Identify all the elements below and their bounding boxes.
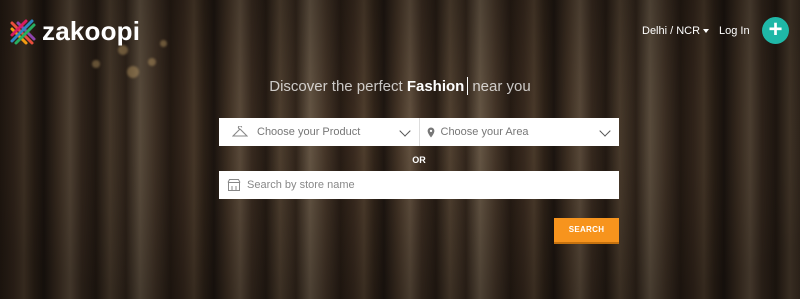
login-link[interactable]: Log In [719,25,750,37]
store-icon [227,179,241,191]
product-placeholder: Choose your Product [257,126,361,138]
search-button[interactable]: SEARCH [554,218,619,242]
caret-down-icon [703,29,710,33]
brand-logo[interactable]: zakoopi [8,16,140,47]
city-label: Delhi / NCR [642,25,701,37]
product-dropdown[interactable]: Choose your Product [219,118,419,146]
chevron-down-icon [599,125,611,137]
top-navigation: zakoopi Delhi / NCR Log In + [0,0,800,62]
hanger-icon [232,125,248,139]
area-dropdown[interactable]: Choose your Area [418,118,620,146]
city-selector[interactable]: Delhi / NCR [642,25,710,37]
plus-icon: + [768,16,783,43]
hero-tagline: Discover the perfect Fashion near you [0,77,800,95]
add-button[interactable]: + [762,17,789,44]
location-pin-icon [425,125,437,139]
logo-mark-icon [10,19,36,44]
chevron-down-icon [398,125,411,137]
typing-cursor [467,77,469,95]
tagline-suffix: near you [472,78,531,95]
search-selectors: Choose your Product Choose your Area [219,118,619,146]
store-search-box [219,171,619,199]
or-divider: OR [412,155,426,165]
tagline-prefix: Discover the perfect [269,78,403,95]
brand-name: zakoopi [42,16,141,46]
area-placeholder: Choose your Area [440,126,529,138]
tagline-category: Fashion [406,78,465,95]
store-search-input[interactable] [247,179,607,191]
